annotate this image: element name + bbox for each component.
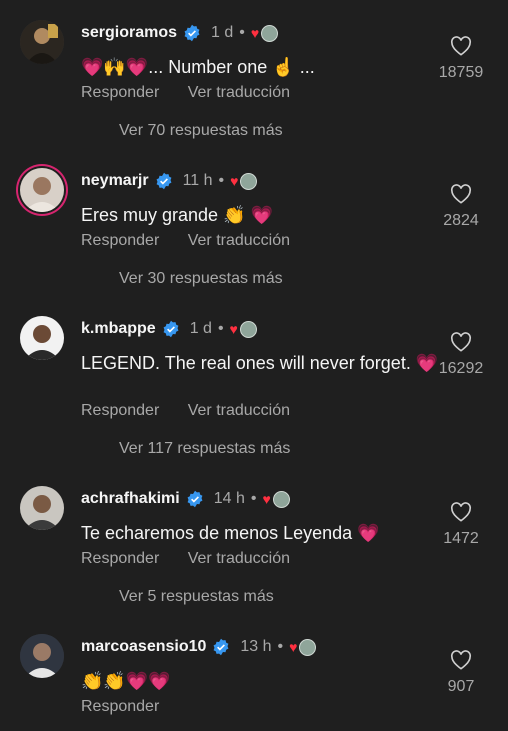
verified-badge-icon: [163, 320, 179, 338]
username[interactable]: sergioramos: [81, 24, 177, 42]
author-avatar-mini: [240, 172, 258, 190]
heart-outline-icon[interactable]: [450, 36, 472, 56]
username[interactable]: k.mbappe: [81, 320, 156, 338]
comment-text: Te echaremos de menos Leyenda 💗: [81, 523, 380, 543]
username[interactable]: neymarjr: [81, 172, 149, 190]
like-count: 16292: [438, 360, 484, 377]
comment-text: 💗🙌💗... Number one ☝️ ...: [81, 54, 441, 81]
like-count: 907: [447, 678, 475, 695]
comment-header: neymarjr 11 h • ♥: [81, 170, 258, 192]
avatar[interactable]: [20, 20, 64, 64]
heart-icon: ♥: [250, 25, 260, 41]
translate-button[interactable]: Ver traducción: [188, 84, 290, 101]
comment-actions: Responder Ver traducción: [81, 232, 314, 250]
heart-icon: ♥: [289, 639, 298, 655]
like-count: 18759: [438, 64, 484, 81]
separator: •: [277, 638, 284, 655]
avatar[interactable]: [20, 634, 64, 678]
author-avatar-mini: [261, 24, 279, 42]
comment-emoji: 💗🙌💗: [81, 57, 149, 77]
liked-by-author-indicator: ♥: [250, 24, 279, 42]
author-avatar-mini: [272, 490, 290, 508]
heart-icon: ♥: [230, 173, 239, 189]
heart-outline-icon[interactable]: [450, 650, 472, 670]
translate-button[interactable]: Ver traducción: [188, 550, 290, 567]
reply-button[interactable]: Responder: [81, 698, 159, 715]
heart-icon: ♥: [262, 491, 271, 507]
view-more-replies-button[interactable]: Ver 117 respuestas más: [119, 440, 290, 458]
avatar[interactable]: [20, 316, 64, 360]
comment-header: k.mbappe 1 d • ♥: [81, 318, 257, 340]
like-control[interactable]: 18759: [426, 36, 496, 82]
comment-header: marcoasensio10 13 h • ♥: [81, 636, 317, 658]
comment-actions: Responder Ver traducción: [81, 84, 314, 102]
liked-by-author-indicator: ♥: [262, 490, 290, 508]
liked-by-author-indicator: ♥: [229, 320, 257, 338]
comment-text: Eres muy grande 👏 💗: [81, 205, 273, 225]
avatar[interactable]: [20, 168, 64, 212]
view-more-replies-button[interactable]: Ver 70 respuestas más: [119, 122, 283, 140]
translate-button[interactable]: Ver traducción: [188, 402, 290, 419]
comment-actions: Responder Ver traducción: [81, 550, 314, 568]
timestamp: 11 h: [182, 172, 213, 189]
heart-outline-icon[interactable]: [450, 332, 472, 352]
comment-actions: Responder: [81, 698, 183, 716]
comment-header: achrafhakimi 14 h • ♥: [81, 488, 290, 510]
timestamp: 1 d: [211, 24, 234, 41]
username[interactable]: marcoasensio10: [81, 638, 206, 656]
heart-outline-icon[interactable]: [450, 184, 472, 204]
separator: •: [250, 490, 257, 507]
like-count: 1472: [443, 530, 479, 547]
verified-badge-icon: [213, 638, 229, 656]
author-avatar-mini: [239, 320, 257, 338]
timestamp: 14 h: [213, 490, 245, 507]
verified-badge-icon: [156, 172, 172, 190]
reply-button[interactable]: Responder: [81, 550, 159, 567]
view-more-replies-button[interactable]: Ver 30 respuestas más: [119, 270, 283, 288]
verified-badge-icon: [187, 490, 203, 508]
comment-text: 👏👏💗💗: [81, 671, 171, 691]
comment-text: LEGEND. The real ones will never forget.…: [81, 353, 439, 373]
avatar[interactable]: [20, 486, 64, 530]
liked-by-author-indicator: ♥: [289, 638, 317, 656]
separator: •: [217, 320, 224, 337]
reply-button[interactable]: Responder: [81, 232, 159, 249]
view-more-replies-button[interactable]: Ver 5 respuestas más: [119, 588, 274, 606]
verified-badge-icon: [184, 24, 200, 42]
reply-button[interactable]: Responder: [81, 84, 159, 101]
comment-header: sergioramos 1 d • ♥: [81, 22, 279, 44]
like-control[interactable]: 907: [426, 650, 496, 696]
comment-body: ... Number one ☝️ ...: [148, 57, 315, 77]
username[interactable]: achrafhakimi: [81, 490, 180, 508]
separator: •: [239, 24, 245, 41]
heart-icon: ♥: [229, 321, 238, 337]
translate-button[interactable]: Ver traducción: [188, 232, 290, 249]
liked-by-author-indicator: ♥: [230, 172, 258, 190]
timestamp: 13 h: [240, 638, 272, 655]
comment-actions: Responder Ver traducción: [81, 402, 314, 420]
like-control[interactable]: 1472: [426, 502, 496, 548]
like-control[interactable]: 16292: [426, 332, 496, 378]
author-avatar-mini: [299, 638, 317, 656]
like-control[interactable]: 2824: [426, 184, 496, 230]
timestamp: 1 d: [189, 320, 212, 337]
separator: •: [218, 172, 225, 189]
reply-button[interactable]: Responder: [81, 402, 159, 419]
like-count: 2824: [443, 212, 479, 229]
heart-outline-icon[interactable]: [450, 502, 472, 522]
